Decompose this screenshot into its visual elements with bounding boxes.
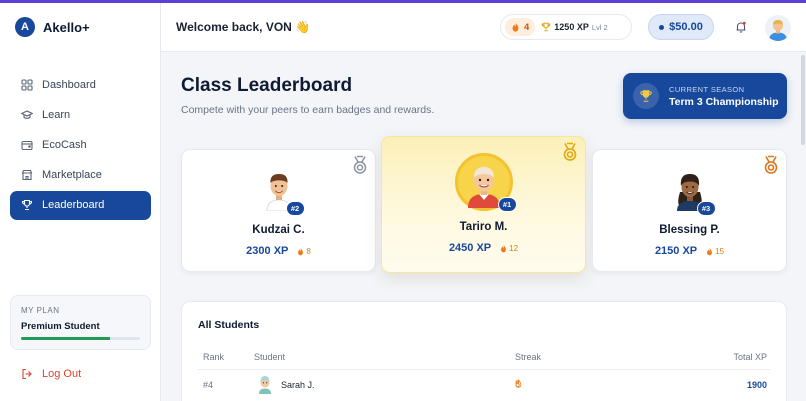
graduation-cap-icon	[21, 110, 33, 119]
streak-count: 12	[509, 243, 519, 253]
season-label: CURRENT SEASON	[669, 84, 745, 94]
student-streak: 8	[297, 246, 311, 256]
student-streak: 12	[500, 244, 518, 253]
sidebar-item-learn[interactable]: Learn	[10, 100, 151, 129]
balance-value: $50.00	[669, 21, 703, 33]
brand-logo: A	[15, 17, 35, 37]
user-avatar[interactable]	[765, 15, 791, 41]
student-name: Blessing P.	[659, 224, 720, 236]
scrollbar[interactable]	[801, 55, 805, 145]
wallet-icon	[21, 140, 33, 150]
podium-card-first[interactable]: #1 Tariro M. 2450 XP 12	[381, 136, 586, 273]
student-avatar-icon	[259, 376, 271, 394]
bronze-medal-icon	[764, 155, 778, 174]
gold-medal-icon	[563, 142, 577, 161]
streak-count: 4	[524, 21, 530, 33]
trophy-icon	[640, 90, 652, 102]
column-header-xp[interactable]: Total XP	[733, 352, 767, 362]
student-name: Tariro M.	[459, 221, 508, 233]
sidebar: A Akello+ Dashboard Learn EcoCash Market…	[0, 3, 161, 401]
student-xp: 2300 XP	[246, 245, 289, 257]
logout-label: Log Out	[42, 368, 82, 380]
streak-chip: 4	[505, 18, 536, 36]
all-students-table: All Students Rank Student Streak Total X…	[181, 301, 787, 401]
page-subtitle: Compete with your peers to earn badges a…	[181, 104, 435, 116]
user-avatar-icon	[765, 15, 791, 41]
rank-badge: #2	[285, 201, 305, 216]
column-header-student[interactable]: Student	[254, 352, 285, 362]
plan-card[interactable]: MY PLAN Premium Student	[10, 295, 151, 350]
sidebar-item-label: Leaderboard	[42, 199, 105, 212]
student-streak: 15	[706, 247, 724, 256]
bell-icon[interactable]	[734, 20, 748, 34]
plan-progress-fill	[21, 337, 111, 340]
student-xp: 2150 XP	[654, 245, 698, 257]
student-stats: 2300 XP 8	[182, 245, 375, 257]
welcome-message: Welcome back, VON 👋	[176, 20, 311, 34]
column-header-rank[interactable]: Rank	[203, 352, 224, 362]
sidebar-item-ecocash[interactable]: EcoCash	[10, 130, 151, 159]
column-header-streak[interactable]: Streak	[515, 352, 541, 362]
sidebar-nav: Dashboard Learn EcoCash Marketplace Lead…	[10, 70, 151, 221]
wallet-balance-button[interactable]: $50.00	[648, 14, 714, 40]
student-stats: 2150 XP 15	[593, 245, 786, 257]
student-name: Kudzai C.	[252, 224, 305, 236]
row-total-xp: 1900	[746, 380, 767, 390]
brand[interactable]: A Akello+	[15, 17, 90, 37]
rank-badge: #3	[696, 201, 716, 216]
streak-count: 15	[715, 246, 725, 256]
store-icon	[21, 170, 33, 181]
trophy-icon	[542, 22, 551, 32]
main-content: Class Leaderboard Compete with your peer…	[161, 53, 806, 401]
flame-icon	[512, 22, 519, 32]
sidebar-item-label: Marketplace	[42, 169, 102, 182]
plan-name: Premium Student	[21, 321, 100, 332]
flame-icon	[501, 244, 507, 252]
xp-chip: 1250 XP Lvl 2	[541, 22, 608, 32]
row-streak: 5	[515, 378, 522, 389]
student-stats: 2450 XP 12	[382, 242, 585, 254]
page-title: Class Leaderboard	[181, 75, 353, 96]
rank-badge: #1	[497, 197, 517, 212]
user-stats-pill[interactable]: 4 1250 XP Lvl 2	[500, 14, 632, 40]
table-row[interactable]: #4 Sarah J. 5 1900	[198, 374, 770, 396]
logout-icon	[22, 368, 32, 380]
season-name: Term 3 Championship	[669, 95, 779, 108]
flame-icon	[707, 247, 713, 255]
sidebar-item-dashboard[interactable]: Dashboard	[10, 70, 151, 99]
row-student-name: Sarah J.	[281, 380, 315, 390]
student-xp: 2450 XP	[448, 242, 492, 254]
table-header: Rank Student Streak Total XP	[198, 352, 770, 370]
sidebar-item-label: EcoCash	[42, 138, 87, 151]
streak-count: 8	[306, 246, 311, 256]
status-dot-icon	[659, 24, 665, 30]
plan-progress-bar	[21, 337, 140, 340]
podium-card-third[interactable]: #3 Blessing P. 2150 XP 15	[592, 149, 787, 272]
plan-title: MY PLAN	[21, 306, 60, 315]
flame-icon	[298, 247, 304, 255]
silver-medal-icon	[353, 155, 367, 174]
top-header: Welcome back, VON 👋 4 1250 XP Lvl 2 $50.…	[161, 3, 806, 52]
sidebar-item-label: Learn	[42, 108, 71, 121]
brand-name: Akello+	[43, 19, 90, 35]
sidebar-item-leaderboard[interactable]: Leaderboard	[10, 190, 151, 220]
podium-card-second[interactable]: #2 Kudzai C. 2300 XP 8	[181, 149, 376, 272]
sidebar-item-label: Dashboard	[42, 78, 96, 91]
level-label: Lvl 2	[591, 22, 608, 32]
trophy-icon	[21, 200, 33, 211]
row-rank: #4	[203, 380, 214, 390]
current-season-card[interactable]: CURRENT SEASON Term 3 Championship	[623, 73, 787, 119]
table-title: All Students	[198, 319, 260, 331]
season-trophy-icon	[633, 83, 659, 109]
grid-icon	[21, 78, 33, 91]
logout-button[interactable]: Log Out	[21, 368, 81, 380]
sidebar-item-marketplace[interactable]: Marketplace	[10, 161, 151, 190]
streak-count: 5	[515, 378, 521, 389]
xp-value: 1250 XP	[554, 22, 589, 32]
